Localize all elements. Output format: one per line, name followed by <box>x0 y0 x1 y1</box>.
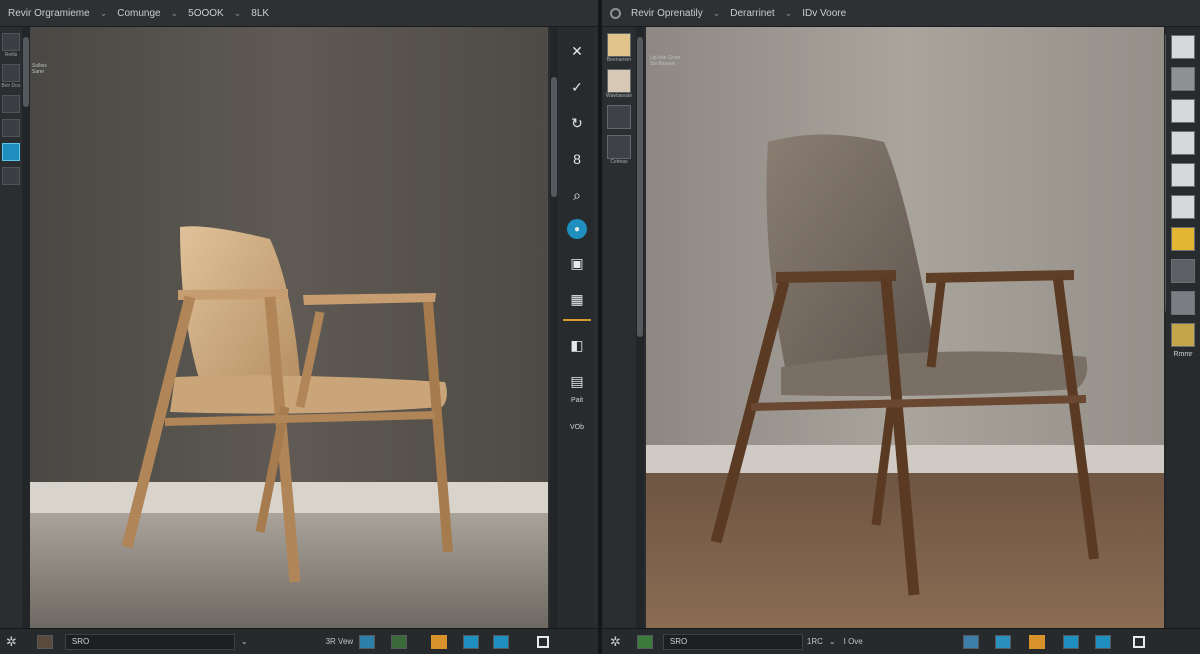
layout-tile[interactable] <box>1171 259 1195 283</box>
scene-icon[interactable] <box>391 634 408 649</box>
status-bar: ✲ SRO ⌄ 3R Vew <box>0 628 598 654</box>
render-viewport[interactable]: Solleis Sarer <box>30 27 548 628</box>
camera-icon[interactable]: ✲ <box>610 634 621 650</box>
maximize-button[interactable] <box>537 635 550 648</box>
maximize-button[interactable] <box>1132 635 1145 648</box>
tool-caption: Bvir Dos <box>1 83 21 89</box>
menu-derarrinet[interactable]: Derarrinet <box>730 8 774 19</box>
yellow-tile[interactable] <box>1171 227 1195 251</box>
left-inner-scrollbar[interactable] <box>22 27 30 628</box>
image-tool-icon[interactable] <box>2 143 20 161</box>
grid-tile[interactable] <box>1171 67 1195 91</box>
chevron-down-icon[interactable]: ⌄ <box>171 8 179 19</box>
viewport-note: Solleis Sarer <box>32 63 47 75</box>
table-tile[interactable] <box>1171 195 1195 219</box>
menu-8lk[interactable]: 8LK <box>251 8 269 19</box>
node-tile[interactable] <box>1171 291 1195 315</box>
menu-comunge[interactable]: Comunge <box>117 8 160 19</box>
chevron-down-icon[interactable]: ⌄ <box>241 637 248 646</box>
check-icon[interactable]: ✓ <box>565 75 589 99</box>
viewport-note: Lip bhe Crren Sw Beaove <box>650 55 680 67</box>
active-indicator <box>563 319 591 321</box>
pin-tool-icon[interactable] <box>2 95 20 113</box>
material-icon[interactable] <box>1028 634 1045 649</box>
tool-caption: VOb <box>569 424 584 431</box>
note-line: Sw Beaove <box>650 61 676 67</box>
status-bar: ✲ SRO 1RC ⌄ I Ove <box>602 628 1200 654</box>
material-icon[interactable] <box>431 634 448 649</box>
zoom-icon[interactable]: ⌕ <box>565 183 589 207</box>
scene-icon[interactable] <box>994 634 1011 649</box>
view-icon[interactable] <box>962 634 979 649</box>
thumb-caption: Beenamnn <box>606 57 632 63</box>
chevron-down-icon[interactable]: ⌄ <box>100 8 108 19</box>
zoom-value: 1RC <box>806 637 823 646</box>
render-icon[interactable] <box>463 634 480 649</box>
thumb-caption: Celreas <box>610 159 628 165</box>
chair-render-image <box>646 27 1164 628</box>
app-logo-icon <box>610 7 621 19</box>
left-right-toolbar: ✕ ✓ ↻ 8 ⌕ ● ▣ ▦ ◧ ▤ Pait VOb <box>560 27 594 628</box>
right-pane: Revir Oprenatily ⌄ Derarrinet ⌄ IDv Voor… <box>602 0 1200 654</box>
map-tile[interactable] <box>1171 131 1195 155</box>
viewport-scrollbar[interactable] <box>550 27 558 628</box>
wireframe-tile[interactable] <box>1171 99 1195 123</box>
line-tool-icon[interactable] <box>2 119 20 137</box>
material-thumb[interactable] <box>607 33 631 57</box>
chevron-down-icon[interactable]: ⌄ <box>785 8 793 19</box>
frame-thumb[interactable] <box>607 105 631 129</box>
panel-caption: Rmmr <box>1173 351 1193 358</box>
color-tile[interactable] <box>1171 323 1195 347</box>
eight-icon[interactable]: 8 <box>565 147 589 171</box>
wrench-tool-icon[interactable] <box>2 167 20 185</box>
image-icon[interactable]: ▣ <box>565 251 589 275</box>
scroll-thumb[interactable] <box>551 77 557 197</box>
texture-tile[interactable] <box>1171 35 1195 59</box>
menu-size[interactable]: 5OOOK <box>188 8 224 19</box>
properties-panel: Rmmr <box>1166 27 1200 628</box>
render-thumb-icon[interactable] <box>36 634 53 649</box>
render-field[interactable]: SRO <box>64 633 235 650</box>
menu-view[interactable]: IDv Voore <box>802 8 846 19</box>
render-field[interactable]: SRO <box>662 633 803 650</box>
select-tool-icon[interactable] <box>2 33 20 51</box>
tool-caption: Retlis <box>4 52 18 58</box>
sheet-tile[interactable] <box>1171 163 1195 187</box>
undo-icon[interactable]: ↻ <box>565 111 589 135</box>
palette-icon[interactable]: ▤ <box>565 369 589 393</box>
thumbnail-strip: Beenamnn Waetiawate Celreas <box>604 27 634 628</box>
title-bar: Revir Orgramieme ⌄ Comunge ⌄ 5OOOK ⌄ 8LK <box>0 0 598 27</box>
scroll-thumb[interactable] <box>637 37 643 337</box>
export-icon[interactable] <box>493 634 510 649</box>
camera-icon[interactable]: ✲ <box>6 634 17 650</box>
chevron-down-icon[interactable]: ⌄ <box>234 8 242 19</box>
thumb-caption: Waetiawate <box>606 93 632 99</box>
detail-thumb[interactable] <box>607 135 631 159</box>
layers-icon[interactable]: ◧ <box>565 333 589 357</box>
render-thumb-icon[interactable] <box>636 634 653 649</box>
tools-icon[interactable] <box>1062 634 1079 649</box>
title-bar: Revir Oprenatily ⌄ Derarrinet ⌄ IDv Voor… <box>602 0 1200 27</box>
tool-caption: Pait <box>570 397 584 404</box>
fabric-thumb[interactable] <box>607 69 631 93</box>
bird-icon[interactable]: ● <box>567 219 587 239</box>
export-icon[interactable] <box>1094 634 1111 649</box>
note-line: Sarer <box>32 69 45 75</box>
thumb-scrollbar[interactable] <box>636 27 644 628</box>
left-tool-strip: Retlis Bvir Dos <box>0 27 22 628</box>
chair-render-image <box>30 27 548 628</box>
view-label: I Ove <box>843 637 863 646</box>
zoom-label: 3R Vew <box>325 637 354 646</box>
cursor-x-icon[interactable]: ✕ <box>565 39 589 63</box>
app-title: Revir Oprenatily <box>631 7 703 19</box>
layer-tool-icon[interactable] <box>2 64 20 82</box>
app-title: Revir Orgramieme <box>8 7 90 19</box>
scroll-thumb[interactable] <box>23 37 29 107</box>
view-icon[interactable] <box>359 634 376 649</box>
render-viewport[interactable]: Lip bhe Crren Sw Beaove <box>646 27 1164 628</box>
chevron-down-icon[interactable]: ⌄ <box>713 8 721 19</box>
grid-icon[interactable]: ▦ <box>565 287 589 311</box>
left-pane: Revir Orgramieme ⌄ Comunge ⌄ 5OOOK ⌄ 8LK… <box>0 0 598 654</box>
chevron-down-icon[interactable]: ⌄ <box>829 637 836 646</box>
